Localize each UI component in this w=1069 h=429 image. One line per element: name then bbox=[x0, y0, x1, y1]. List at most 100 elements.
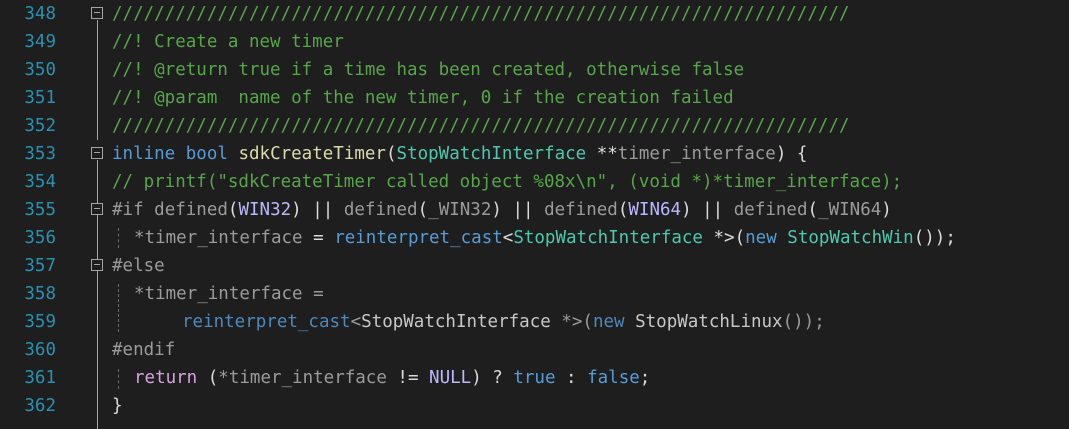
line-text: #if defined(WIN32) || defined(_WIN32) ||… bbox=[112, 196, 892, 224]
punct: ) || bbox=[681, 200, 734, 220]
code-line[interactable]: 359 reinterpret_cast<StopWatchInterface … bbox=[0, 308, 1069, 336]
punct: ) || bbox=[491, 200, 545, 220]
line-text: ////////////////////////////////////////… bbox=[112, 116, 850, 136]
variable: *timer_interface bbox=[134, 284, 303, 304]
code-line[interactable]: 348 ////////////////////////////////////… bbox=[0, 0, 1069, 28]
line-text: //! Create a new timer bbox=[112, 32, 344, 52]
variable: *timer_interface bbox=[218, 368, 387, 388]
macro: _WIN32 bbox=[428, 200, 492, 220]
code-line[interactable]: 350 //! @return true if a time has been … bbox=[0, 56, 1069, 84]
preprocessor: defined bbox=[343, 200, 418, 220]
punct: ( bbox=[227, 200, 239, 220]
collapse-icon[interactable] bbox=[91, 147, 103, 159]
preprocessor: #if bbox=[112, 200, 144, 220]
line-number: 355 bbox=[24, 200, 56, 220]
code-line[interactable]: 353 inline bool sdkCreateTimer(StopWatch… bbox=[0, 140, 1069, 168]
collapse-icon[interactable] bbox=[91, 7, 103, 19]
punct: ( bbox=[617, 200, 629, 220]
type-name: StopWatchInterface bbox=[396, 144, 587, 164]
punct: ** bbox=[586, 144, 618, 164]
keyword: return bbox=[134, 368, 198, 388]
keyword: bool bbox=[185, 144, 228, 164]
punct: = bbox=[302, 228, 335, 248]
keyword: new bbox=[592, 312, 625, 332]
line-number: 360 bbox=[24, 340, 56, 360]
line-text: // printf("sdkCreateTimer called object … bbox=[112, 172, 903, 192]
code-line[interactable]: 358 *timer_interface = bbox=[0, 280, 1069, 308]
punct: : bbox=[555, 368, 588, 388]
preprocessor: #endif bbox=[112, 340, 176, 360]
function-name: sdkCreateTimer bbox=[238, 144, 386, 164]
punct: ( bbox=[197, 368, 219, 388]
code-line[interactable]: 356 *timer_interface = reinterpret_cast<… bbox=[0, 224, 1069, 252]
line-number: 354 bbox=[24, 172, 56, 192]
line-number: 361 bbox=[24, 368, 56, 388]
code-line[interactable]: 354 // printf("sdkCreateTimer called obj… bbox=[0, 168, 1069, 196]
keyword: inline bbox=[112, 144, 176, 164]
line-number: 351 bbox=[24, 88, 56, 108]
punct: < bbox=[350, 312, 362, 332]
punct: ) bbox=[881, 200, 892, 220]
punct: ( bbox=[385, 144, 397, 164]
type-name: StopWatchWin bbox=[787, 228, 914, 248]
preprocessor: #else bbox=[112, 256, 165, 276]
line-number: 352 bbox=[24, 116, 56, 136]
punct: ()); bbox=[913, 228, 956, 248]
line-number: 350 bbox=[24, 60, 56, 80]
macro: WIN32 bbox=[238, 200, 292, 220]
line-text: #endif bbox=[112, 336, 175, 364]
punct: *>( bbox=[550, 312, 593, 332]
line-number: 356 bbox=[24, 228, 56, 248]
punct: ) ? bbox=[471, 368, 514, 388]
macro: NULL bbox=[429, 368, 472, 388]
keyword: reinterpret_cast bbox=[334, 228, 503, 248]
punct: ) || bbox=[291, 200, 344, 220]
punct: ) { bbox=[775, 144, 808, 164]
line-text: //! @param name of the new timer, 0 if t… bbox=[112, 88, 734, 108]
code-line[interactable]: 357 #else bbox=[0, 252, 1069, 280]
preprocessor: defined bbox=[154, 200, 228, 220]
line-number: 353 bbox=[24, 144, 56, 164]
code-line[interactable]: 360 #endif bbox=[0, 336, 1069, 364]
line-text: #else bbox=[112, 252, 165, 280]
line-text: } bbox=[112, 396, 123, 416]
line-number: 357 bbox=[24, 256, 56, 276]
code-line[interactable]: 349 //! Create a new timer bbox=[0, 28, 1069, 56]
line-number: 359 bbox=[24, 312, 56, 332]
type-name: StopWatchInterface bbox=[513, 228, 703, 248]
line-number: 349 bbox=[24, 32, 56, 52]
punct: ( bbox=[807, 200, 819, 220]
parameter: timer_interface bbox=[617, 144, 776, 164]
type-name: StopWatchLinux bbox=[635, 312, 783, 332]
punct: ; bbox=[639, 368, 651, 388]
code-editor[interactable]: 348 ////////////////////////////////////… bbox=[0, 0, 1069, 429]
punct: ()); bbox=[782, 312, 825, 332]
preprocessor: defined bbox=[544, 200, 618, 220]
collapse-icon[interactable] bbox=[91, 259, 103, 271]
punct: = bbox=[302, 284, 324, 304]
keyword: reinterpret_cast bbox=[182, 312, 351, 332]
line-number: 358 bbox=[24, 284, 56, 304]
keyword: false bbox=[587, 368, 640, 388]
line-text: //! @return true if a time has been crea… bbox=[112, 60, 745, 80]
line-text: *timer_interface = bbox=[134, 280, 324, 308]
variable: *timer_interface bbox=[134, 228, 303, 248]
line-text: ////////////////////////////////////////… bbox=[112, 4, 850, 24]
line-number: 348 bbox=[24, 4, 56, 24]
code-line[interactable]: 352 ////////////////////////////////////… bbox=[0, 112, 1069, 140]
line-text: *timer_interface = reinterpret_cast<Stop… bbox=[134, 224, 956, 252]
line-text: reinterpret_cast<StopWatchInterface *>(n… bbox=[182, 308, 825, 336]
line-number: 362 bbox=[24, 396, 56, 416]
collapse-icon[interactable] bbox=[91, 203, 103, 215]
punct: *>( bbox=[702, 228, 746, 248]
macro: WIN64 bbox=[628, 200, 682, 220]
code-line[interactable]: 351 //! @param name of the new timer, 0 … bbox=[0, 84, 1069, 112]
code-line[interactable]: 362 } bbox=[0, 392, 1069, 420]
punct: < bbox=[502, 228, 514, 248]
keyword: true bbox=[513, 368, 556, 388]
code-line[interactable]: 361 return (*timer_interface != NULL) ? … bbox=[0, 364, 1069, 392]
code-line[interactable]: 355 #if defined(WIN32) || defined(_WIN32… bbox=[0, 196, 1069, 224]
macro: _WIN64 bbox=[818, 200, 882, 220]
